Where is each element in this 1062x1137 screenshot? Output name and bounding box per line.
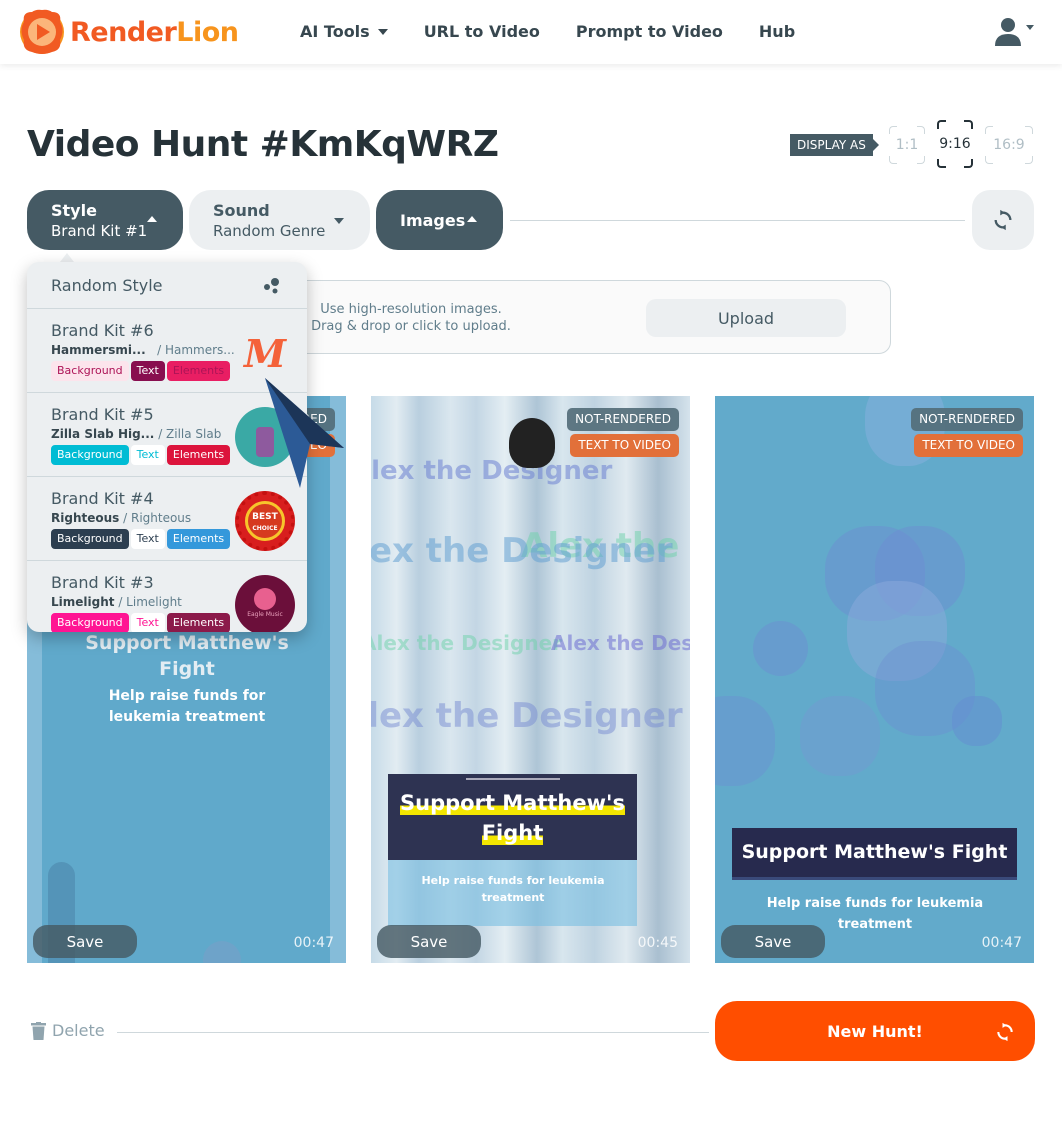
video-title-banner: Support Matthew's Fight xyxy=(732,828,1017,880)
video-card[interactable]: NOT-RENDERED TEXT TO VIDEO Support Matth… xyxy=(715,396,1034,963)
script-m-logo: M xyxy=(243,330,287,376)
caret-down-icon xyxy=(1026,24,1034,30)
video-subline: Help raise funds for leukemia treatment xyxy=(421,874,605,904)
trash-icon xyxy=(31,1021,46,1040)
font-pair: Righteous / Righteous xyxy=(51,511,192,525)
dropdown-pointer xyxy=(60,253,74,262)
caret-down-icon xyxy=(334,218,344,224)
dice-dots-icon xyxy=(264,278,279,294)
color-swatches: Background Text Elements xyxy=(51,613,231,632)
type-badge: TEXT TO VIDEO xyxy=(914,434,1023,457)
page-title: Video Hunt #KmKqWRZ xyxy=(27,124,499,165)
ratio-16-9-button[interactable]: 16:9 xyxy=(985,126,1033,164)
save-button[interactable]: Save xyxy=(721,925,825,958)
refresh-icon xyxy=(994,209,1012,231)
upload-hint: Use high-resolution images. Drag & drop … xyxy=(311,302,511,334)
nav-prompt-to-video[interactable]: Prompt to Video xyxy=(576,22,723,41)
ratio-9-16-button[interactable]: 9:16 xyxy=(937,120,973,168)
portrait-image xyxy=(509,418,555,468)
display-as-label: DISPLAY AS xyxy=(790,134,879,156)
new-hunt-button[interactable]: New Hunt! xyxy=(715,1001,1035,1061)
best-choice-badge-logo: BEST CHOICE xyxy=(235,491,295,551)
image-upload-dropzone[interactable]: Use high-resolution images. Drag & drop … xyxy=(290,280,891,354)
brand-name: RenderLion xyxy=(70,16,239,48)
sound-filter-button[interactable]: Sound Random Genre xyxy=(189,190,370,250)
divider xyxy=(510,220,965,221)
video-headline: Support Matthew's Fight xyxy=(741,841,1008,863)
images-filter-button[interactable]: Images xyxy=(376,190,503,250)
nav-ai-tools[interactable]: AI Tools xyxy=(300,22,388,41)
caret-up-icon xyxy=(147,216,157,222)
video-duration: 00:47 xyxy=(293,935,334,951)
type-badge: TEXT TO VIDEO xyxy=(570,434,679,457)
video-subline: Help raise funds for leukemia treatment xyxy=(108,688,266,725)
color-swatches: Background Text Elements xyxy=(51,529,231,549)
color-swatches: Background Text Elements xyxy=(51,361,231,381)
eagle-music-logo: Eagle Music xyxy=(235,575,295,632)
refresh-icon xyxy=(997,1022,1013,1042)
brand-kit-option[interactable]: Brand Kit #3 Limelight / Limelight Backg… xyxy=(27,561,307,632)
random-style-option[interactable]: Random Style xyxy=(27,262,307,309)
color-swatches: Background Text Elements xyxy=(51,445,231,465)
status-badge: NOT-RENDERED xyxy=(567,408,679,431)
video-card[interactable]: Alex the Designer Alex the Designer Alex… xyxy=(371,396,690,963)
ratio-1-1-button[interactable]: 1:1 xyxy=(889,126,925,164)
save-button[interactable]: Save xyxy=(33,925,137,958)
font-pair: Limelight / Limelight xyxy=(51,595,182,609)
user-icon xyxy=(995,18,1021,46)
caret-down-icon xyxy=(377,28,388,35)
font-pair: Zilla Slab Hig... / Zilla Slab xyxy=(51,427,222,441)
user-menu[interactable] xyxy=(993,16,1034,46)
nav-url-to-video[interactable]: URL to Video xyxy=(424,22,540,41)
refresh-button[interactable] xyxy=(972,190,1034,250)
save-button[interactable]: Save xyxy=(377,925,481,958)
video-title-banner: Support Matthew's Fight xyxy=(388,774,637,860)
status-badge: NOT-RENDERED xyxy=(911,408,1023,431)
caret-up-icon xyxy=(467,216,477,222)
nav-hub[interactable]: Hub xyxy=(759,22,795,41)
video-headline: Support Matthew's Fight xyxy=(85,632,289,680)
delete-button[interactable]: Delete xyxy=(31,1021,105,1040)
video-duration: 00:47 xyxy=(981,935,1022,951)
font-pair: Hammersmi... / Hammers... xyxy=(51,343,235,357)
top-navbar: RenderLion AI Tools URL to Video Prompt … xyxy=(0,0,1062,64)
divider xyxy=(117,1032,709,1033)
mouse-cursor-icon xyxy=(265,378,344,488)
lion-play-icon xyxy=(18,8,66,56)
upload-button[interactable]: Upload xyxy=(646,299,846,337)
main-nav: AI Tools URL to Video Prompt to Video Hu… xyxy=(300,22,831,41)
video-duration: 00:45 xyxy=(637,935,678,951)
renderlion-logo[interactable]: RenderLion xyxy=(18,8,239,56)
style-filter-button[interactable]: Style Brand Kit #1 xyxy=(27,190,183,250)
